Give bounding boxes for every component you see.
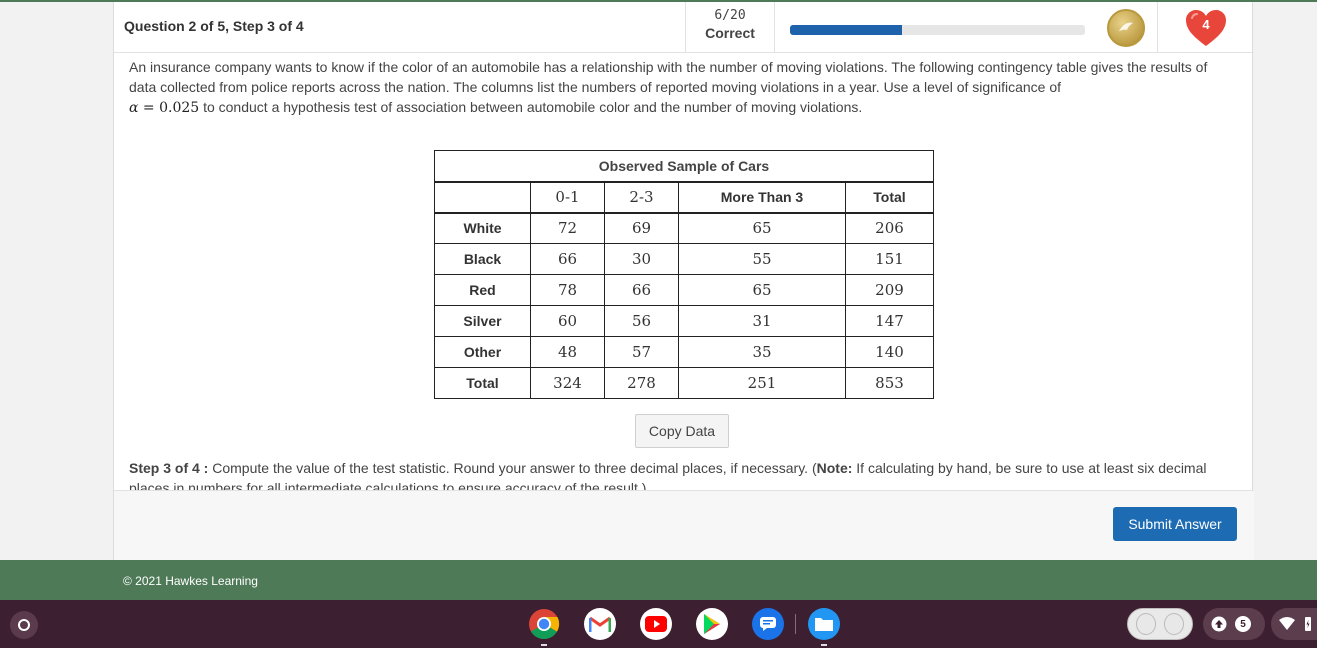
lives-indicator: 4	[1184, 8, 1228, 48]
message-bubble-icon	[760, 617, 776, 631]
table-cell: 853	[845, 367, 934, 399]
question-title: Question 2 of 5, Step 3 of 4	[124, 18, 304, 34]
header-cell-2-3: 2-3	[604, 181, 679, 214]
table-cell: 72	[530, 212, 605, 244]
table-cell: 69	[604, 212, 679, 244]
wifi-icon	[1279, 617, 1295, 630]
table-cell: 324	[530, 367, 605, 399]
hawk-icon	[1119, 22, 1133, 31]
play-store-icon	[704, 614, 720, 634]
table-cell: 57	[604, 336, 679, 368]
table-cell: 251	[678, 367, 846, 399]
table-cell: 55	[678, 243, 846, 275]
table-row: Other 48 57 35 140	[434, 336, 934, 368]
battery-icon	[1305, 617, 1311, 631]
row-label: Other	[434, 336, 531, 368]
table-cell: 31	[678, 305, 846, 337]
app-running-indicator	[821, 644, 827, 646]
screenshot-thumbnail	[1136, 613, 1156, 635]
launcher-icon	[18, 619, 30, 631]
table-cell: 48	[530, 336, 605, 368]
os-shelf: 5	[0, 600, 1317, 648]
notification-count: 5	[1235, 616, 1251, 632]
folder-icon	[815, 618, 833, 631]
table-cell: 35	[678, 336, 846, 368]
row-label: Red	[434, 274, 531, 306]
step-instructions: Step 3 of 4 : Compute the value of the t…	[129, 458, 1239, 490]
contingency-table: Observed Sample of Cars 0-1 2-3 More Tha…	[434, 150, 934, 399]
upload-arrow-icon	[1211, 616, 1227, 632]
shelf-divider	[795, 614, 796, 634]
problem-text-after: to conduct a hypothesis test of associat…	[203, 99, 863, 115]
table-cell: 206	[845, 212, 934, 244]
heart-count: 4	[1202, 17, 1210, 32]
score-box: 6/20 Correct	[685, 2, 775, 53]
row-label: White	[434, 212, 531, 244]
table-cell: 66	[530, 243, 605, 275]
table-cell: 60	[530, 305, 605, 337]
status-tray[interactable]	[1271, 608, 1317, 640]
table-cell: 151	[845, 243, 934, 275]
chrome-app[interactable]	[528, 608, 560, 646]
row-label: Total	[434, 367, 531, 399]
alpha-expression: α = 0.025	[129, 100, 199, 116]
table-cell: 278	[604, 367, 679, 399]
table-cell: 65	[678, 212, 846, 244]
row-label: Silver	[434, 305, 531, 337]
alpha-value: = 0.025	[138, 100, 200, 116]
header-cell-total: Total	[845, 181, 934, 214]
step-label: Step 3 of 4 :	[129, 460, 209, 476]
problem-statement: An insurance company wants to know if th…	[129, 57, 1224, 118]
table-header-row: 0-1 2-3 More Than 3 Total	[434, 181, 934, 214]
launcher-button[interactable]	[10, 611, 38, 639]
table-cell: 140	[845, 336, 934, 368]
youtube-app[interactable]	[640, 608, 672, 640]
header-cell-blank	[434, 181, 531, 214]
play-store-app[interactable]	[696, 608, 728, 640]
header-cell-0-1: 0-1	[530, 181, 605, 214]
question-card: Question 2 of 5, Step 3 of 4 6/20 Correc…	[113, 2, 1254, 560]
notification-tray[interactable]: 5	[1203, 608, 1265, 640]
note-label: Note:	[816, 460, 853, 476]
table-cell: 147	[845, 305, 934, 337]
header-divider	[1157, 2, 1158, 53]
table-caption: Observed Sample of Cars	[434, 150, 934, 183]
files-app[interactable]	[808, 608, 840, 646]
gmail-icon	[589, 616, 611, 632]
table-row-total: Total 324 278 251 853	[434, 367, 934, 399]
table-cell: 65	[678, 274, 846, 306]
table-cell: 66	[604, 274, 679, 306]
copyright-bar: © 2021 Hawkes Learning	[0, 560, 1317, 600]
coin-icon[interactable]	[1107, 9, 1145, 47]
row-label: Black	[434, 243, 531, 275]
score-label: Correct	[705, 25, 755, 41]
table-cell: 56	[604, 305, 679, 337]
step-text: Compute the value of the test statistic.…	[212, 460, 817, 476]
screenshot-thumbnail	[1164, 613, 1184, 635]
table-row: Silver 60 56 31 147	[434, 305, 934, 337]
table-cell: 209	[845, 274, 934, 306]
header-cell-more-than-3: More Than 3	[678, 181, 846, 214]
messages-app[interactable]	[752, 608, 784, 640]
app-running-indicator	[541, 644, 547, 646]
tote-thumbnails[interactable]	[1127, 608, 1193, 640]
table-cell: 30	[604, 243, 679, 275]
question-header: Question 2 of 5, Step 3 of 4 6/20 Correc…	[114, 2, 1254, 53]
answer-footer: Submit Answer	[114, 490, 1254, 560]
gmail-app[interactable]	[584, 608, 616, 640]
progress-bar	[790, 25, 1085, 35]
table-cell: 78	[530, 274, 605, 306]
copyright-text: © 2021 Hawkes Learning	[123, 574, 258, 588]
problem-text-before: An insurance company wants to know if th…	[129, 59, 1208, 95]
submit-answer-button[interactable]: Submit Answer	[1113, 507, 1237, 541]
table-row: Black 66 30 55 151	[434, 243, 934, 275]
table-row: White 72 69 65 206	[434, 212, 934, 244]
score-count: 6/20	[714, 8, 746, 23]
table-row: Red 78 66 65 209	[434, 274, 934, 306]
chrome-icon	[529, 609, 560, 640]
copy-data-button[interactable]: Copy Data	[635, 414, 729, 448]
youtube-icon	[645, 616, 667, 632]
progress-fill	[790, 25, 903, 35]
